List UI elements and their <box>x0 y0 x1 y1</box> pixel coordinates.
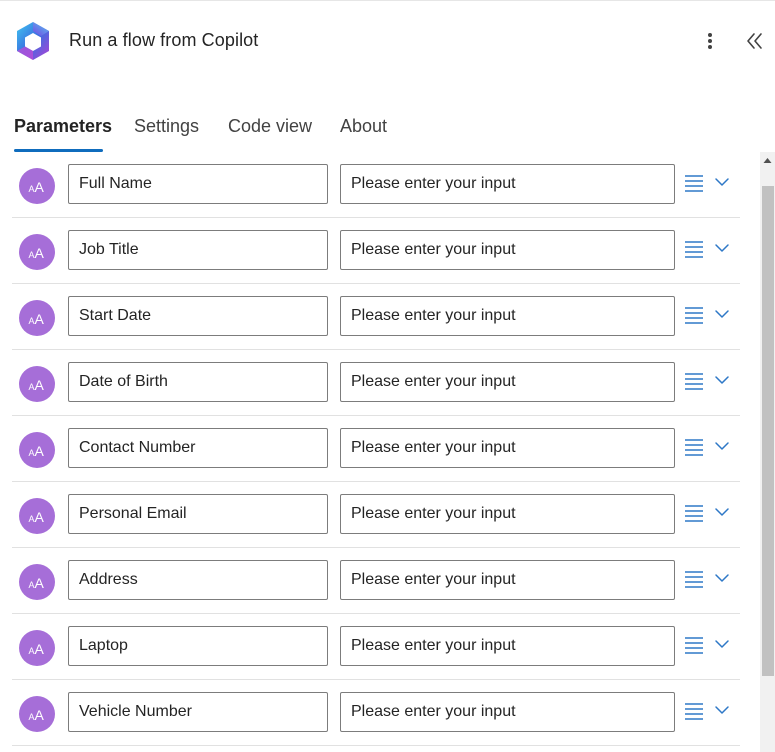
chevron-down-icon[interactable] <box>714 704 730 716</box>
chevron-down-icon[interactable] <box>714 638 730 650</box>
text-lines-icon[interactable] <box>684 636 704 656</box>
tab-about[interactable]: About <box>340 116 387 137</box>
chevron-down-icon[interactable] <box>714 308 730 320</box>
text-type-icon: AA <box>19 432 55 468</box>
svg-text:A: A <box>35 509 45 525</box>
svg-text:A: A <box>35 377 45 393</box>
tab-settings[interactable]: Settings <box>134 116 199 137</box>
chevron-down-icon[interactable] <box>714 176 730 188</box>
more-dot-icon <box>708 39 712 43</box>
svg-text:A: A <box>35 245 45 261</box>
tab-code-view[interactable]: Code view <box>228 116 312 137</box>
chevron-down-icon[interactable] <box>714 440 730 452</box>
chevron-down-icon[interactable] <box>714 242 730 254</box>
parameter-value-input[interactable] <box>340 296 675 336</box>
parameter-name-field[interactable]: Date of Birth <box>68 362 328 402</box>
parameter-row: AA Job Title <box>12 218 740 284</box>
text-lines-icon[interactable] <box>684 372 704 392</box>
copilot-logo-icon <box>17 22 49 60</box>
text-lines-icon[interactable] <box>684 438 704 458</box>
parameter-row: AA Date of Birth <box>12 350 740 416</box>
svg-text:A: A <box>35 641 45 657</box>
chevron-down-icon[interactable] <box>714 374 730 386</box>
parameter-name-field[interactable]: Vehicle Number <box>68 692 328 732</box>
scroll-up-arrow-icon[interactable] <box>763 156 772 165</box>
svg-text:A: A <box>35 707 45 723</box>
text-type-icon: AA <box>19 300 55 336</box>
tab-bar: Parameters Settings Code view About <box>0 104 775 154</box>
collapse-double-chevron-icon[interactable] <box>744 29 766 53</box>
more-dot-icon <box>708 45 712 49</box>
parameter-name-field[interactable]: Full Name <box>68 164 328 204</box>
svg-text:A: A <box>35 575 45 591</box>
parameter-row: AA Start Date <box>12 284 740 350</box>
more-options-button[interactable] <box>698 28 722 54</box>
parameter-row: AA Full Name <box>12 152 740 218</box>
text-type-icon: AA <box>19 234 55 270</box>
parameter-value-input[interactable] <box>340 692 675 732</box>
text-type-icon: AA <box>19 498 55 534</box>
parameter-name-field[interactable]: Job Title <box>68 230 328 270</box>
page-title: Run a flow from Copilot <box>69 30 259 50</box>
chevron-down-icon[interactable] <box>714 506 730 518</box>
scrollbar-thumb[interactable] <box>762 186 774 676</box>
parameter-value-input[interactable] <box>340 626 675 666</box>
panel-header: Run a flow from Copilot <box>0 0 775 84</box>
text-type-icon: AA <box>19 696 55 732</box>
parameter-name-field[interactable]: Address <box>68 560 328 600</box>
parameter-list: AA Full Name AA Job Title AA Start Date … <box>0 152 760 752</box>
parameter-row: AA Laptop <box>12 614 740 680</box>
parameter-row: AA Contact Number <box>12 416 740 482</box>
svg-text:A: A <box>35 179 45 195</box>
text-type-icon: AA <box>19 168 55 204</box>
text-lines-icon[interactable] <box>684 504 704 524</box>
parameter-value-input[interactable] <box>340 230 675 270</box>
parameter-value-input[interactable] <box>340 428 675 468</box>
parameter-value-input[interactable] <box>340 560 675 600</box>
parameter-value-input[interactable] <box>340 164 675 204</box>
tab-parameters[interactable]: Parameters <box>14 116 112 137</box>
text-type-icon: AA <box>19 564 55 600</box>
more-dot-icon <box>708 33 712 37</box>
svg-text:A: A <box>35 311 45 327</box>
text-type-icon: AA <box>19 630 55 666</box>
text-lines-icon[interactable] <box>684 570 704 590</box>
chevron-down-icon[interactable] <box>714 572 730 584</box>
text-type-icon: AA <box>19 366 55 402</box>
parameter-name-field[interactable]: Personal Email <box>68 494 328 534</box>
text-lines-icon[interactable] <box>684 702 704 722</box>
parameter-row: AA Personal Email <box>12 482 740 548</box>
parameter-row: AA Vehicle Number <box>12 680 740 746</box>
svg-text:A: A <box>35 443 45 459</box>
parameter-value-input[interactable] <box>340 494 675 534</box>
parameter-name-field[interactable]: Contact Number <box>68 428 328 468</box>
parameter-name-field[interactable]: Laptop <box>68 626 328 666</box>
text-lines-icon[interactable] <box>684 240 704 260</box>
parameter-name-field[interactable]: Start Date <box>68 296 328 336</box>
text-lines-icon[interactable] <box>684 306 704 326</box>
text-lines-icon[interactable] <box>684 174 704 194</box>
parameter-row: AA Address <box>12 548 740 614</box>
parameter-value-input[interactable] <box>340 362 675 402</box>
